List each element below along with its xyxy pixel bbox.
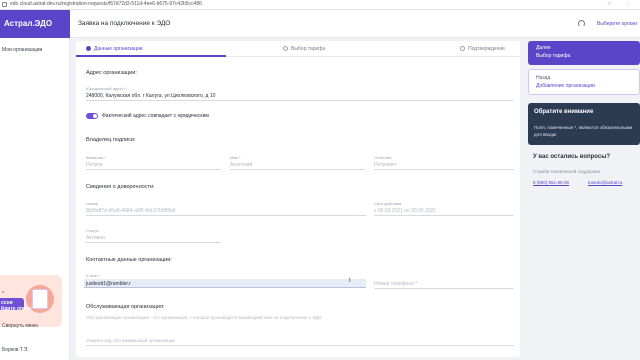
support-label: Служба технической поддержки xyxy=(533,169,601,174)
attention-text-2: для ввода! xyxy=(534,132,557,137)
firstname-field[interactable]: Анатолий xyxy=(230,162,252,168)
actual-address-toggle-label: Фактический адрес совпадает с юридически… xyxy=(102,113,209,119)
field-underline xyxy=(86,215,366,216)
field-underline xyxy=(86,169,221,170)
field-underline xyxy=(374,169,514,170)
field-underline xyxy=(86,345,514,346)
sidebar: Астрал.ЭДО Мои организации о ссни йдите … xyxy=(0,10,70,360)
next-button[interactable]: Далее Выбор тарифа xyxy=(528,41,640,65)
active-step-indicator xyxy=(76,55,226,57)
email-label: E-mail * xyxy=(86,273,101,278)
user-profile[interactable]: Борков Т.Э. xyxy=(2,347,29,353)
actual-address-toggle[interactable] xyxy=(86,113,98,119)
legal-address-field[interactable]: 248000, Калужская обл. г Калуга, ул Циол… xyxy=(86,93,215,99)
brand-logo-text: Астрал.ЭДО xyxy=(4,19,53,28)
contacts-section-title: Контактные данные организации: xyxy=(86,257,172,263)
field-underline xyxy=(374,288,514,289)
address-section-title: Адрес организации: xyxy=(86,70,137,76)
patronymic-label: Отчество xyxy=(374,155,392,160)
tariff-icon xyxy=(283,46,288,51)
url-text[interactable]: edo.cloud.astral-dev.ru/registration-req… xyxy=(10,1,202,7)
servicing-code-field[interactable]: Укажите код обслуживающей организации xyxy=(86,338,175,343)
attention-title: Обратите внимание xyxy=(534,109,594,115)
toggle-knob xyxy=(93,114,97,118)
poa-number-field[interactable]: 8b2bdf7d-45e8-4684-a6f5-6dc27b8f86dl xyxy=(86,208,176,214)
signer-section-title: Владелец подписи: xyxy=(86,137,136,143)
text-cursor-icon: I xyxy=(349,278,351,284)
collapse-menu-button[interactable]: Свернуть меню xyxy=(2,323,38,329)
back-button[interactable]: Назад Добавление организации xyxy=(528,69,640,95)
sidebar-item-my-organizations[interactable]: Мои организации xyxy=(2,47,42,53)
back-button-label: Назад xyxy=(536,75,551,81)
servicing-description: Обслуживающая организация - это организа… xyxy=(86,315,322,320)
lock-icon xyxy=(2,2,7,7)
browser-action-icons[interactable]: ☆ ⋮ xyxy=(607,1,636,7)
next-button-sublabel: Выбор тарифа xyxy=(536,53,571,59)
firstname-label: Имя * xyxy=(230,155,241,160)
support-phone-link[interactable]: 8 (800) 551-80-36 xyxy=(533,180,569,185)
phone-field[interactable]: Номер телефона * xyxy=(374,281,417,287)
step-label: Данные организации xyxy=(94,46,143,52)
page-title: Заявка на подключение к ЭДО xyxy=(78,20,171,27)
field-underline xyxy=(86,100,514,101)
questions-title: У вас остались вопросы? xyxy=(533,154,611,160)
poa-section-title: Сведения о доверенности: xyxy=(86,184,155,190)
field-underline xyxy=(230,169,365,170)
promo-button-label-2: йдите опрос xyxy=(1,306,32,312)
poa-dates-field[interactable]: с 06.03.2021 по 30.05.2021 xyxy=(374,208,436,214)
browser-address-bar[interactable]: edo.cloud.astral-dev.ru/registration-req… xyxy=(0,0,640,10)
select-organization-button[interactable]: Выберите органи xyxy=(597,21,637,27)
field-underline xyxy=(374,215,514,216)
next-button-label: Далее xyxy=(536,45,551,51)
stepper: Данные организации Выбор тарифа Подтверж… xyxy=(76,41,520,57)
patronymic-field[interactable]: Петрович xyxy=(374,162,396,168)
headset-icon[interactable] xyxy=(578,20,585,27)
step-label: Подтверждение xyxy=(468,46,506,52)
brand-header[interactable]: Астрал.ЭДО xyxy=(0,10,70,38)
lastname-label: Фамилия * xyxy=(86,155,106,160)
poa-number-label: Номер xyxy=(86,201,99,206)
email-field[interactable]: justtestt1@rambler.r xyxy=(86,281,131,287)
poa-status-label: Статус xyxy=(86,228,99,233)
shield-icon xyxy=(460,46,465,51)
legal-address-label: Юридический адрес * xyxy=(86,86,127,91)
document-icon xyxy=(86,46,91,51)
back-button-sublabel: Добавление организации xyxy=(536,83,595,89)
poa-dates-label: Срок действия xyxy=(374,201,402,206)
request-form-card: Данные организации Выбор тарифа Подтверж… xyxy=(76,41,520,357)
page-header: Заявка на подключение к ЭДО Выберите орг… xyxy=(70,10,640,38)
attention-note: Обратите внимание Поля, помеченные *, яв… xyxy=(528,103,640,145)
step-label: Выбор тарифа xyxy=(291,46,326,52)
lastname-field[interactable]: Петров xyxy=(86,162,103,168)
survey-promo-banner[interactable]: о ссни йдите опрос xyxy=(0,275,62,327)
promo-text: о xyxy=(2,289,5,294)
support-email-link[interactable]: tosedo@astral.ru xyxy=(588,180,622,185)
servicing-section-title: Обслуживающая организация: xyxy=(86,304,165,310)
poa-status-field[interactable]: Активна xyxy=(86,235,105,241)
promo-illustration xyxy=(32,289,48,309)
attention-text: Поля, помеченные *, являются обязательны… xyxy=(534,125,633,130)
field-underline xyxy=(86,242,221,243)
